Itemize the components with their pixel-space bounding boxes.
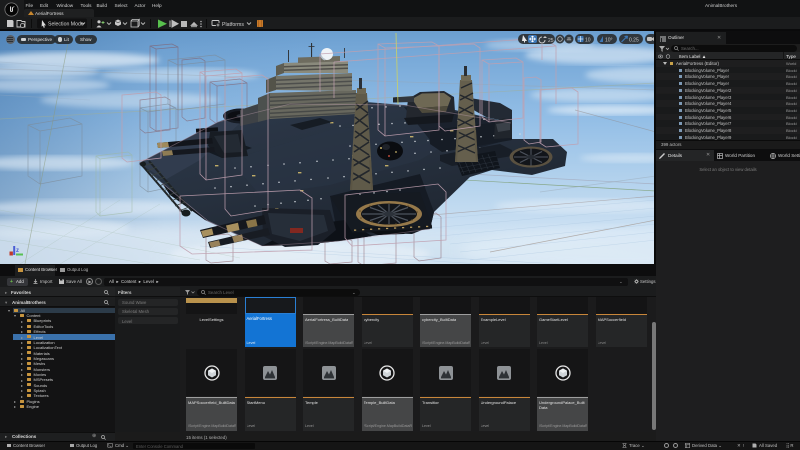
svg-text:0.25: 0.25 [629, 38, 639, 44]
svg-text:25: 25 [548, 38, 554, 44]
svg-text:Selection Mode: Selection Mode [48, 22, 84, 28]
svg-text:z: z [16, 248, 19, 254]
svg-text:10°: 10° [605, 38, 613, 44]
svg-text:Platforms: Platforms [222, 22, 244, 28]
svg-text:10: 10 [585, 38, 591, 44]
